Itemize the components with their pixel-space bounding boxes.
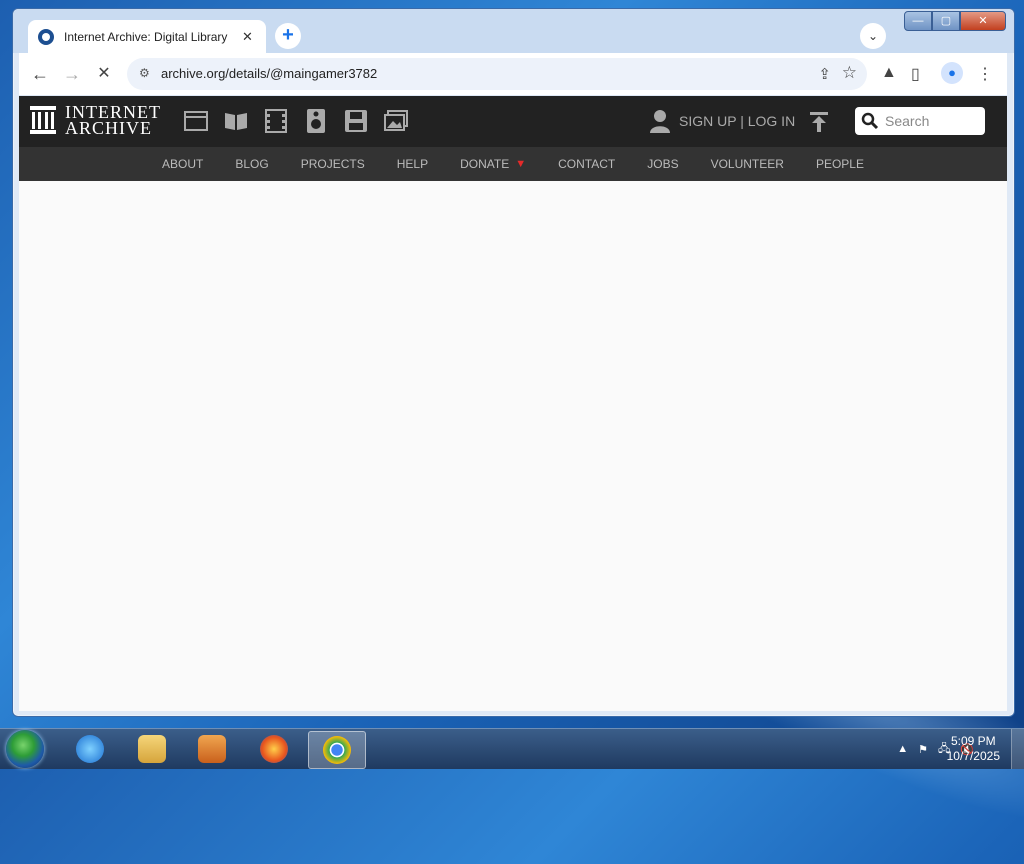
- account-area: SIGN UP | LOG IN: [649, 109, 795, 133]
- clock-date: 10/7/2025: [946, 749, 1000, 763]
- browser-menu-icon[interactable]: ⋮: [977, 64, 993, 84]
- internet-explorer-icon[interactable]: [62, 731, 118, 767]
- nav-help[interactable]: HELP: [397, 157, 428, 171]
- browser-tab[interactable]: Internet Archive: Digital Library ✕: [28, 20, 266, 54]
- new-tab-button[interactable]: +: [275, 23, 301, 49]
- ia-logo[interactable]: INTERNET ARCHIVE: [29, 103, 161, 138]
- window-controls: — ▢ ✕: [904, 11, 1006, 31]
- nav-volunteer[interactable]: VOLUNTEER: [711, 157, 784, 171]
- ia-logo-line2: ARCHIVE: [65, 118, 152, 138]
- archive-temple-icon: [30, 106, 56, 134]
- tab-close-icon[interactable]: ✕: [242, 29, 253, 45]
- tab-search-button[interactable]: ⌄: [860, 23, 886, 49]
- search-input[interactable]: [883, 112, 983, 130]
- forward-arrow-icon[interactable]: →: [61, 63, 83, 85]
- media-type-icons: [183, 108, 423, 134]
- user-icon[interactable]: [649, 109, 671, 133]
- nav-people[interactable]: PEOPLE: [816, 157, 864, 171]
- donate-heart-icon: ▼: [515, 158, 527, 170]
- nav-donate-label: DONATE: [460, 157, 510, 171]
- sign-up-log-in-link[interactable]: SIGN UP | LOG IN: [679, 113, 795, 129]
- search-icon: [861, 112, 879, 130]
- nav-blog[interactable]: BLOG: [235, 157, 268, 171]
- ia-header: INTERNET ARCHIVE SIGN UP | LOG IN: [19, 96, 1007, 147]
- nav-jobs[interactable]: JOBS: [647, 157, 678, 171]
- ia-search-box[interactable]: [855, 107, 985, 135]
- browser-toolbar: ← → ✕ ⚙ archive.org/details/@maingamer37…: [19, 53, 1007, 95]
- ia-top-nav: ABOUT BLOG PROJECTS HELP DONATE ▼ CONTACT…: [19, 147, 1007, 181]
- clock-time: 5:09 PM: [950, 734, 996, 748]
- close-button[interactable]: ✕: [960, 11, 1006, 31]
- back-arrow-icon[interactable]: ←: [29, 63, 51, 85]
- address-bar[interactable]: ⚙ archive.org/details/@maingamer3782 ⇪ ☆: [127, 58, 867, 90]
- web-page: INTERNET ARCHIVE SIGN UP | LOG IN Search…: [19, 96, 1007, 711]
- browser-window: Internet Archive: Digital Library ✕ + ⌄ …: [12, 8, 1015, 717]
- labs-flask-icon[interactable]: ▲: [881, 64, 897, 82]
- action-center-flag-icon[interactable]: ⚑: [918, 743, 928, 756]
- share-icon[interactable]: ⇪: [818, 65, 831, 83]
- stop-loading-icon[interactable]: ✕: [93, 63, 115, 85]
- nav-donate[interactable]: DONATE ▼: [460, 157, 526, 171]
- audio-icon[interactable]: [303, 108, 329, 134]
- bookmark-star-icon[interactable]: ☆: [842, 63, 857, 83]
- video-icon[interactable]: [263, 108, 289, 134]
- file-explorer-icon[interactable]: [124, 731, 180, 767]
- clock[interactable]: 5:09 PM 10/7/2025: [947, 734, 1000, 764]
- internet-archive-favicon-icon: [38, 29, 54, 45]
- media-player-icon[interactable]: [184, 731, 240, 767]
- ia-logo-text: INTERNET ARCHIVE: [65, 103, 161, 138]
- url-text[interactable]: archive.org/details/@maingamer3782: [161, 66, 377, 81]
- side-panel-icon[interactable]: ▯: [911, 64, 920, 84]
- tab-title: Internet Archive: Digital Library: [64, 30, 228, 44]
- nav-projects[interactable]: PROJECTS: [301, 157, 365, 171]
- site-info-icon[interactable]: ⚙: [139, 66, 150, 80]
- show-desktop-button[interactable]: [1011, 729, 1024, 769]
- profile-avatar-icon[interactable]: ●: [941, 62, 963, 84]
- web-icon[interactable]: [183, 108, 209, 134]
- maximize-button[interactable]: ▢: [932, 11, 960, 31]
- minimize-button[interactable]: —: [904, 11, 932, 31]
- tab-strip: Internet Archive: Digital Library ✕ + ⌄ …: [13, 9, 1014, 54]
- taskbar: ▲ ⚑ 🖧 🔇 5:09 PM 10/7/2025: [0, 728, 1024, 769]
- software-icon[interactable]: [343, 108, 369, 134]
- texts-icon[interactable]: [223, 108, 249, 134]
- upload-icon[interactable]: [809, 111, 829, 133]
- chrome-icon[interactable]: [308, 731, 366, 769]
- show-hidden-icons-icon[interactable]: ▲: [897, 743, 908, 755]
- nav-contact[interactable]: CONTACT: [558, 157, 615, 171]
- start-button[interactable]: [6, 730, 44, 768]
- firefox-icon[interactable]: [246, 731, 302, 767]
- images-icon[interactable]: [383, 108, 409, 134]
- nav-about[interactable]: ABOUT: [162, 157, 203, 171]
